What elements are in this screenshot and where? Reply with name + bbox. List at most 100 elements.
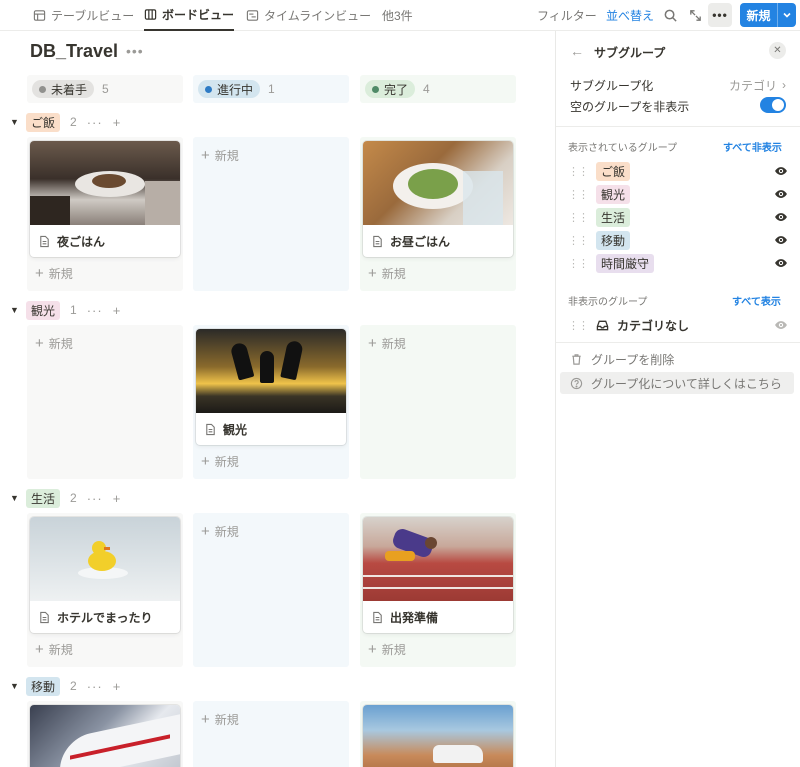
- subgroup-by-row[interactable]: サブグループ化 カテゴリ ›: [570, 76, 786, 94]
- add-card-button[interactable]: + 新規: [35, 641, 73, 658]
- drag-handle-icon[interactable]: ⋮⋮: [568, 257, 589, 270]
- group-header-sightseeing[interactable]: ▼ 観光 1 ··· +: [10, 300, 121, 320]
- tab-more-views[interactable]: 他3件: [382, 0, 413, 31]
- drag-handle-icon[interactable]: ⋮⋮: [568, 234, 589, 247]
- column-header-done[interactable]: 完了 4: [360, 75, 516, 103]
- more-options-button[interactable]: •••: [708, 3, 732, 27]
- collapse-caret-icon[interactable]: ▼: [10, 681, 20, 691]
- eye-off-icon[interactable]: [774, 318, 788, 332]
- eye-icon[interactable]: [774, 256, 788, 270]
- add-card-button[interactable]: + 新規: [201, 147, 239, 164]
- hide-empty-toggle[interactable]: [760, 97, 786, 113]
- new-button[interactable]: 新規: [740, 3, 796, 27]
- visible-groups-heading: 表示されているグループ: [568, 143, 678, 154]
- collapse-caret-icon[interactable]: ▼: [10, 493, 20, 503]
- collapse-caret-icon[interactable]: ▼: [10, 117, 20, 127]
- drag-handle-icon[interactable]: ⋮⋮: [568, 211, 589, 224]
- eye-icon[interactable]: [774, 164, 788, 178]
- column-label: 進行中: [217, 82, 254, 97]
- tab-timeline-view[interactable]: タイムラインビュー: [246, 0, 371, 31]
- plus-icon: +: [201, 147, 210, 164]
- hidden-group-item[interactable]: ⋮⋮ カテゴリなし: [568, 315, 788, 335]
- add-card-button[interactable]: + 新規: [201, 523, 239, 540]
- visible-group-item[interactable]: ⋮⋮ 観光: [568, 184, 788, 204]
- tab-table-view[interactable]: テーブルビュー: [33, 0, 134, 31]
- add-card-button[interactable]: + 新規: [35, 335, 73, 352]
- group-header-transport[interactable]: ▼ 移動 2 ··· +: [10, 676, 121, 696]
- group-count: 1: [70, 303, 77, 317]
- more-icon[interactable]: ···: [87, 679, 103, 694]
- tab-board-view[interactable]: ボードビュー: [144, 0, 235, 31]
- add-card-button[interactable]: + 新規: [35, 265, 73, 282]
- more-icon[interactable]: ···: [87, 491, 103, 506]
- search-icon[interactable]: [663, 8, 678, 23]
- add-card-button[interactable]: + 新規: [201, 453, 239, 470]
- plus-icon: +: [368, 265, 377, 282]
- new-dropdown[interactable]: [778, 3, 796, 27]
- page-icon: [206, 423, 215, 435]
- group-header-living[interactable]: ▼ 生活 2 ··· +: [10, 488, 121, 508]
- card-title: 夜ごはん: [57, 234, 106, 249]
- board-cell-transport-not-started: [27, 701, 183, 767]
- board-cell-living-in-progress: + 新規: [193, 513, 349, 667]
- group-count: 2: [70, 115, 77, 129]
- add-card-button[interactable]: + 新規: [368, 641, 406, 658]
- show-all-button[interactable]: すべて表示: [732, 293, 781, 308]
- card-cover-image: [363, 517, 513, 601]
- visible-group-item[interactable]: ⋮⋮ 時間厳守: [568, 253, 788, 273]
- add-card-button[interactable]: + 新規: [201, 711, 239, 728]
- more-icon[interactable]: ···: [87, 115, 103, 130]
- toggle-knob: [772, 99, 784, 111]
- eye-icon[interactable]: [774, 210, 788, 224]
- card-departure[interactable]: 出発準備: [363, 517, 513, 633]
- sort-button[interactable]: 並べ替え: [606, 0, 654, 31]
- card-hotel[interactable]: ホテルでまったり: [30, 517, 180, 633]
- drag-handle-icon[interactable]: ⋮⋮: [568, 188, 589, 201]
- add-icon[interactable]: +: [113, 679, 122, 694]
- tab-board-view-label: ボードビュー: [162, 8, 235, 22]
- card-car[interactable]: [363, 705, 513, 767]
- page-icon: [40, 611, 49, 623]
- visible-group-item[interactable]: ⋮⋮ 移動: [568, 230, 788, 250]
- drag-handle-icon[interactable]: ⋮⋮: [568, 165, 589, 178]
- board-cell-food-done: お昼ごはん + 新規: [360, 137, 516, 291]
- eye-icon[interactable]: [774, 187, 788, 201]
- visible-group-item[interactable]: ⋮⋮ ご飯: [568, 161, 788, 181]
- subgroup-by-label: サブグループ化: [570, 78, 654, 93]
- collapse-caret-icon[interactable]: ▼: [10, 305, 20, 315]
- card-cover-image: [363, 141, 513, 225]
- group-label: カテゴリなし: [617, 318, 690, 333]
- status-dot-icon: [39, 85, 46, 93]
- title-more-icon[interactable]: •••: [126, 43, 144, 59]
- status-dot-icon: [205, 85, 212, 93]
- help-circle-icon: [570, 377, 583, 389]
- filter-button[interactable]: フィルター: [537, 0, 597, 31]
- card-lunch[interactable]: お昼ごはん: [363, 141, 513, 257]
- group-tag: 時間厳守: [596, 253, 655, 273]
- plus-icon: +: [201, 453, 210, 470]
- back-arrow-icon[interactable]: ←: [570, 43, 584, 59]
- close-icon[interactable]: ✕: [769, 42, 786, 59]
- eye-icon[interactable]: [774, 233, 788, 247]
- hide-all-button[interactable]: すべて非表示: [723, 139, 782, 154]
- card-title: ホテルでまったり: [57, 610, 153, 625]
- visible-group-item[interactable]: ⋮⋮ 生活: [568, 207, 788, 227]
- expand-icon[interactable]: [688, 8, 703, 23]
- delete-group-button[interactable]: グループを削除: [570, 349, 674, 369]
- add-icon[interactable]: +: [113, 303, 122, 318]
- more-icon[interactable]: ···: [87, 303, 103, 318]
- column-header-in-progress[interactable]: 進行中 1: [193, 75, 349, 103]
- card-sightseeing[interactable]: 観光: [196, 329, 346, 445]
- add-icon[interactable]: +: [113, 115, 122, 130]
- add-card-button[interactable]: + 新規: [368, 335, 406, 352]
- drag-handle-icon[interactable]: ⋮⋮: [568, 319, 589, 332]
- card-cover-image: [30, 141, 180, 225]
- card-train[interactable]: [30, 705, 180, 767]
- card-dinner[interactable]: 夜ごはん: [30, 141, 180, 257]
- group-tag: 生活: [26, 488, 61, 508]
- help-link[interactable]: グループ化について詳しくはこちら: [560, 372, 794, 394]
- group-header-food[interactable]: ▼ ご飯 2 ··· +: [10, 112, 121, 132]
- column-header-not-started[interactable]: 未着手 5: [27, 75, 183, 103]
- add-icon[interactable]: +: [113, 491, 122, 506]
- add-card-button[interactable]: + 新規: [368, 265, 406, 282]
